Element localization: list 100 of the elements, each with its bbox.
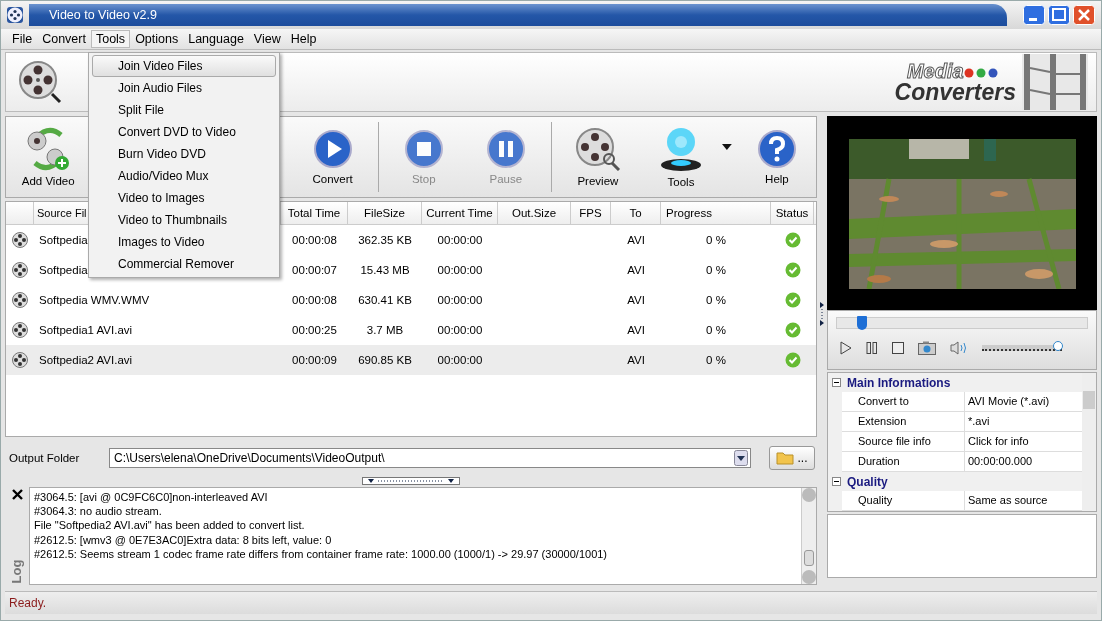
property-value[interactable]: AVI Movie (*.avi) <box>965 392 1082 411</box>
close-button[interactable] <box>1073 5 1095 25</box>
toolbar-button[interactable]: Preview <box>555 120 640 194</box>
table-cell: Softpedia <box>39 264 88 276</box>
table-cell-text: 00:00:00 <box>436 264 484 276</box>
table-cell: Softpedia1 AVI.avi <box>39 324 133 336</box>
hologram-icon <box>658 126 703 172</box>
menu-item[interactable]: Convert DVD to Video <box>92 121 276 143</box>
pause-icon <box>485 129 526 169</box>
menu-item[interactable]: Language <box>183 30 249 48</box>
close-icon[interactable] <box>11 489 23 500</box>
play-icon[interactable] <box>840 341 852 355</box>
splitter-handle[interactable] <box>362 477 460 485</box>
table-cell-text: 00:00:00 <box>436 294 484 306</box>
stop-icon <box>403 129 444 169</box>
menu-item[interactable]: View <box>248 30 286 48</box>
menu-item[interactable]: Join Video Files <box>92 55 276 77</box>
log-line: #2612.5: Seems stream 1 codec frame rate differs from container frame rate: 1000.00 (1000/1) -> 29.97 (30000/1001) <box>34 546 609 561</box>
play-icon <box>312 129 353 169</box>
toolbar-button[interactable]: Tools <box>639 120 723 194</box>
column-header[interactable]: Total Time <box>287 207 341 219</box>
menu-item[interactable]: Join Audio Files <box>92 77 276 99</box>
log-tab[interactable]: Log <box>9 559 25 584</box>
maximize-button[interactable] <box>1048 5 1070 25</box>
seek-slider[interactable] <box>836 317 1088 329</box>
slider-thumb[interactable] <box>1053 341 1063 351</box>
table-cell-text: 00:00:07 <box>291 264 338 276</box>
property-name: Duration <box>842 452 965 471</box>
table-cell-text: 00:00:08 <box>291 234 338 246</box>
section-title: Quality <box>847 474 888 489</box>
menu-item[interactable]: Convert <box>37 30 91 48</box>
menu-item[interactable]: Burn Video DVD <box>92 143 276 165</box>
help-icon <box>756 129 797 169</box>
menu-item[interactable]: Audio/Video Mux <box>92 165 276 187</box>
film-reel-icon <box>12 292 28 308</box>
table-cell-text: 0 % <box>705 354 727 366</box>
menu-item[interactable]: Video to Images <box>92 187 276 209</box>
toolbar-button[interactable]: Add Video <box>12 120 85 194</box>
camera-icon[interactable] <box>918 341 936 355</box>
column-header[interactable]: Status <box>775 207 809 219</box>
film-add-icon <box>25 127 72 171</box>
table-cell-text: AVI <box>626 264 646 276</box>
property-value[interactable]: Click for info <box>965 432 1082 451</box>
collapse-icon[interactable] <box>832 378 841 387</box>
toolbar-button[interactable]: Help <box>737 120 816 194</box>
menu-item[interactable]: Split File <box>92 99 276 121</box>
menu-item[interactable]: Options <box>130 30 184 48</box>
slider-thumb[interactable] <box>857 316 867 330</box>
table-cell: Softpedia2 AVI.avi <box>39 354 133 366</box>
toolbar-button[interactable]: Convert <box>291 120 374 194</box>
menu-item[interactable]: Images to Video <box>92 231 276 253</box>
stop-icon[interactable] <box>892 342 904 354</box>
property-value[interactable]: Same as source <box>965 491 1082 510</box>
column-header[interactable]: Progress <box>666 207 713 219</box>
film-reel-icon <box>12 352 28 368</box>
table-cell-text: 00:00:00 <box>436 354 484 366</box>
film-reel-icon <box>7 7 23 23</box>
menu-item[interactable]: File <box>7 30 38 48</box>
column-header[interactable]: Current Time <box>426 207 493 219</box>
minimize-button[interactable] <box>1023 5 1045 25</box>
film-reel-icon <box>574 127 621 171</box>
log-line: File "Softpedia2 AVI.avi" has been added to convert list. <box>34 518 306 533</box>
check-icon <box>784 262 801 278</box>
table-cell: Softpedia <box>39 234 88 246</box>
menu-item[interactable]: Tools <box>90 30 131 48</box>
menu-item[interactable]: Help <box>285 30 322 48</box>
collapse-icon[interactable] <box>832 477 841 486</box>
splitter-handle[interactable] <box>819 302 825 326</box>
menu-item[interactable]: Commercial Remover <box>92 253 276 275</box>
speaker-icon[interactable] <box>950 341 968 355</box>
film-reel-icon <box>12 232 28 248</box>
table-cell: Softpedia WMV.WMV <box>39 294 150 306</box>
browse-button[interactable]: ... <box>769 446 815 470</box>
output-folder-field[interactable]: C:\Users\elena\OneDrive\Documents\VideoOutput\ <box>109 448 751 468</box>
pause-icon[interactable] <box>866 342 878 354</box>
film-reel-icon <box>18 60 62 104</box>
section-title: Main Informations <box>847 375 951 390</box>
dropdown-arrow-icon[interactable] <box>722 144 732 150</box>
column-header[interactable]: FileSize <box>364 207 405 219</box>
film-reel-icon <box>12 262 28 278</box>
scrollbar[interactable] <box>801 488 816 584</box>
check-icon <box>784 352 801 368</box>
column-header[interactable]: Source Fil <box>37 207 87 219</box>
column-header[interactable]: To <box>629 207 642 219</box>
log-line: #3064.3: no audio stream. <box>34 504 163 519</box>
table-cell-text: 00:00:08 <box>291 294 338 306</box>
table-cell-text: 690.85 KB <box>357 354 413 366</box>
property-name: Source file info <box>842 432 965 451</box>
table-cell-text: 362.35 KB <box>357 234 413 246</box>
table-cell-text: AVI <box>626 354 646 366</box>
menu-item[interactable]: Video to Thumbnails <box>92 209 276 231</box>
column-header[interactable]: FPS <box>579 207 602 219</box>
column-header[interactable]: Out.Size <box>511 207 557 219</box>
property-value[interactable]: 00:00:00.000 <box>965 452 1082 471</box>
table-row[interactable]: Softpedia2 AVI.avi 00:00:09 690.85 KB 00:00:00 AVI 0 % <box>6 345 816 375</box>
property-value[interactable]: *.avi <box>965 412 1082 431</box>
table-cell-text: 0 % <box>705 234 727 246</box>
output-folder-label: Output Folder <box>9 452 81 464</box>
table-cell-text: 3.7 MB <box>365 324 405 336</box>
table-cell-text: 00:00:00 <box>436 324 484 336</box>
